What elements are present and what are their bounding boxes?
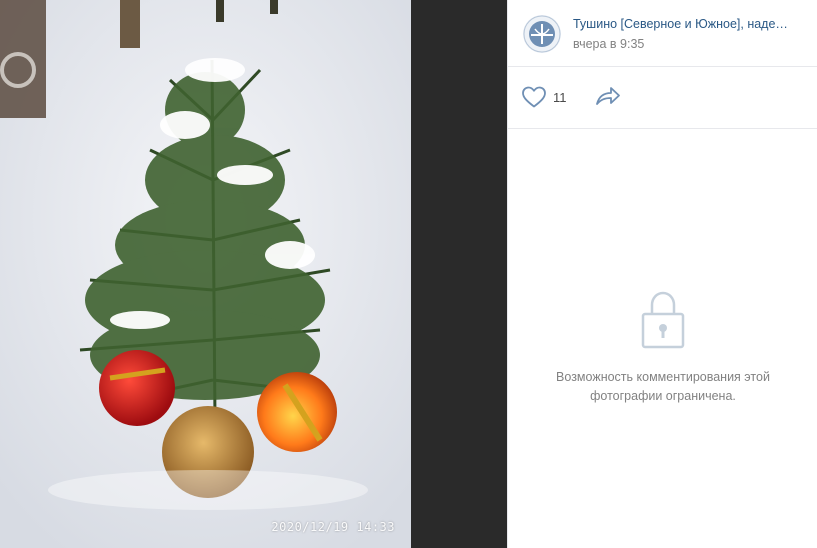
- photo-date-stamp: 2020/12/19 14:33: [271, 520, 395, 534]
- post-header: Тушино [Северное и Южное], наде… вчера в…: [508, 0, 817, 67]
- post-info-panel: Тушино [Северное и Южное], наде… вчера в…: [507, 0, 817, 548]
- group-name-link[interactable]: Тушино [Северное и Южное], наде…: [573, 17, 798, 31]
- post-photo[interactable]: 2020/12/19 14:33: [0, 0, 411, 548]
- heart-icon: [522, 86, 546, 108]
- lock-icon: [641, 291, 684, 349]
- restricted-text-line-1: Возможность комментирования этой: [556, 370, 770, 384]
- like-count: 11: [553, 89, 567, 105]
- post-actions: 11: [508, 66, 817, 129]
- share-button[interactable]: [594, 84, 622, 110]
- group-logo-icon: [523, 15, 561, 53]
- comments-restricted-message: Возможность комментирования этой фотогра…: [538, 368, 788, 406]
- photo-image: [0, 0, 411, 548]
- photo-viewer: 2020/12/19 14:33: [0, 0, 507, 548]
- comments-locked: [508, 290, 817, 354]
- group-avatar[interactable]: [523, 15, 561, 53]
- restricted-text-line-2: фотографии ограничена.: [590, 389, 736, 403]
- share-arrow-icon: [596, 87, 620, 105]
- post-time[interactable]: вчера в 9:35: [573, 37, 644, 51]
- like-button[interactable]: 11: [521, 84, 567, 110]
